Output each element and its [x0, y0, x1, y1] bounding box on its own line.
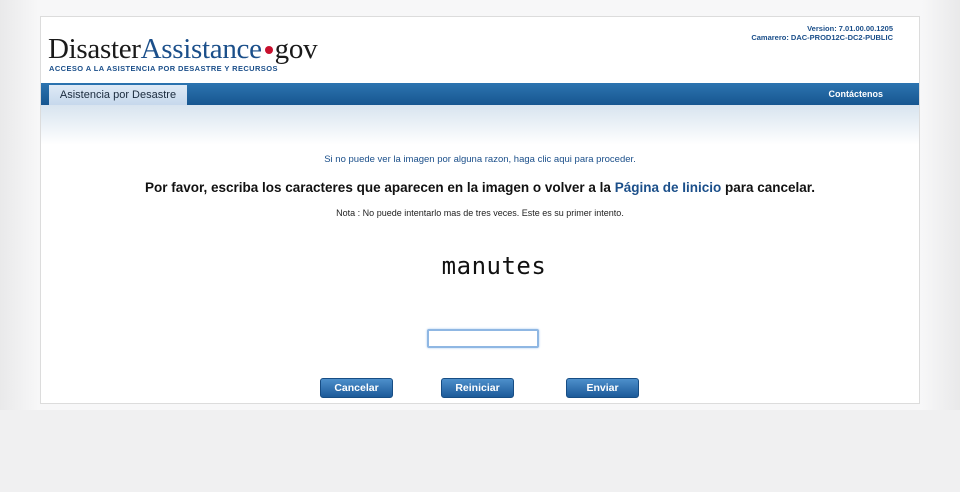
site-header: DisasterAssistance gov ACCESO A LA ASISTE…	[41, 17, 919, 83]
contact-link[interactable]: Contáctenos	[828, 83, 883, 105]
version-info: Version: 7.01.00.00.1205 Camarero: DAC-P…	[751, 24, 893, 42]
send-button[interactable]: Enviar	[566, 378, 639, 398]
site-logo[interactable]: DisasterAssistance gov	[48, 33, 318, 65]
version-line: Version: 7.01.00.00.1205	[807, 24, 893, 33]
server-line: Camarero: DAC-PROD12C-DC2-PUBLIC	[751, 33, 893, 42]
logo-word-gov: gov	[274, 33, 318, 65]
captcha-instruction: Por favor, escriba los caracteres que ap…	[41, 180, 919, 195]
captcha-input[interactable]	[427, 329, 539, 348]
main-container: DisasterAssistance gov ACCESO A LA ASISTE…	[40, 16, 920, 404]
instruction-text-start: Por favor, escriba los caracteres que ap…	[144, 180, 615, 195]
header-gradient-band	[41, 105, 919, 145]
cancel-button[interactable]: Cancelar	[320, 378, 393, 398]
page-footer-area	[0, 410, 960, 492]
nav-bar: Asistencia por Desastre Contáctenos	[41, 83, 919, 105]
logo-word-assistance: Assistance	[140, 33, 262, 65]
logo-word-disaster: Disaster	[48, 33, 141, 65]
site-tagline: ACCESO A LA ASISTENCIA POR DESASTRE Y RE…	[49, 64, 278, 73]
tab-disaster-assistance[interactable]: Asistencia por Desastre	[49, 85, 187, 105]
home-page-link[interactable]: Página de Iinicio	[615, 180, 722, 195]
skip-captcha-link[interactable]: Si no puede ver la imagen por alguna raz…	[41, 154, 919, 165]
captcha-text: manutes	[441, 252, 547, 280]
reset-button[interactable]: Reiniciar	[441, 378, 514, 398]
attempt-note: Nota : No puede intentarlo mas de tres v…	[336, 208, 624, 218]
logo-dot-icon	[264, 45, 273, 54]
instruction-text-end: para cancelar.	[721, 180, 816, 195]
captcha-image: manutes	[427, 247, 561, 285]
